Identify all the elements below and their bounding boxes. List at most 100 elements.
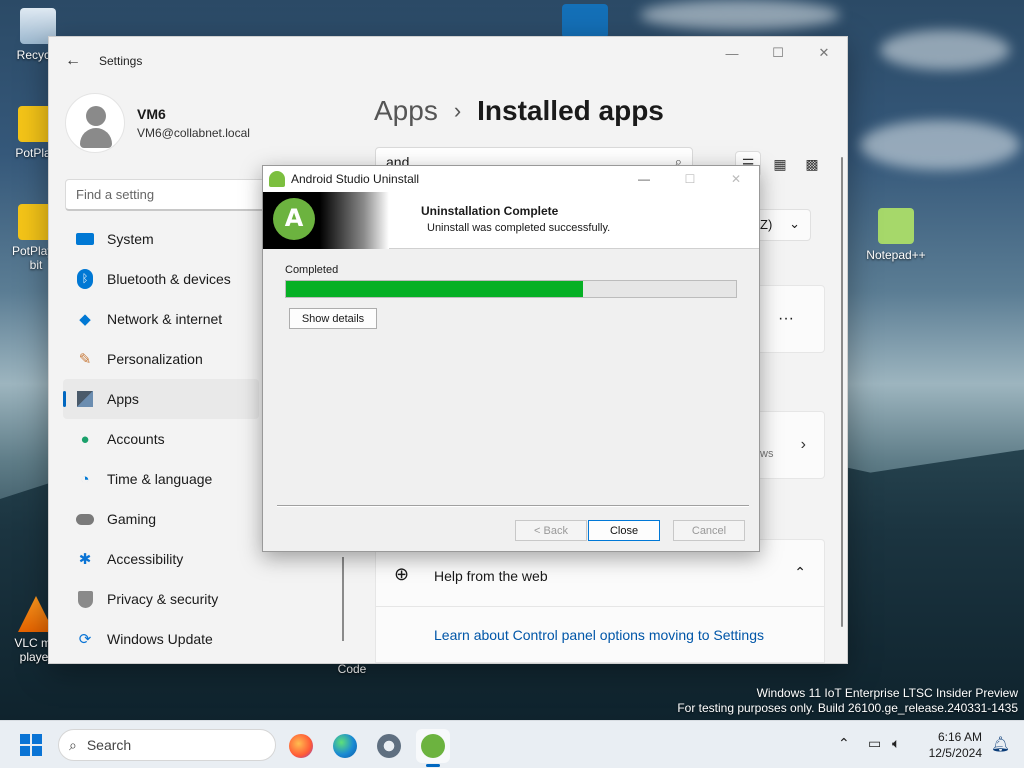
show-hidden-icons-icon[interactable]: ⌃ [838,735,850,752]
nav-item-personalization[interactable]: ✎ Personalization [63,339,263,379]
back-button: < Back [515,520,587,541]
progress-status: Completed [285,264,339,276]
nav-item-label: System [107,231,154,247]
windows-start-icon[interactable] [20,734,42,756]
nav-item-accessibility[interactable]: ✱ Accessibility [63,539,263,579]
nav-item-label: Gaming [107,511,157,527]
minimize-icon[interactable]: — [621,166,667,192]
android-studio-logo-icon [273,198,315,240]
user-name: VM6 [137,106,166,122]
volume-icon[interactable]: 🔈︎ [892,735,900,752]
nav-item-label: Apps [107,391,139,407]
wallpaper-cloud [880,30,1010,70]
close-icon[interactable]: ✕ [801,37,847,69]
window-title: Settings [99,54,143,68]
nav-item-label: Bluetooth & devices [107,271,231,287]
nav-scrollbar[interactable] [342,557,344,641]
chevron-up-icon[interactable]: ⌃ [794,564,806,581]
taskbar-settings[interactable] [372,729,406,763]
taskbar: ⌕ Search ⌃ ▭ 🔈︎ 6:16 AM 12/5/2024 🔔︎ [0,720,1024,768]
watermark-line: Windows 11 IoT Enterprise LTSC Insider P… [756,686,1018,700]
chevron-right-icon: › [800,436,806,453]
nav-item-bluetooth[interactable]: ᛒ Bluetooth & devices [63,259,263,299]
help-label: Help from the web [434,568,548,584]
network-icon[interactable]: ▭ [868,735,881,752]
nav-item-privacy[interactable]: Privacy & security [63,579,263,619]
chevron-down-icon: ⌄ [789,216,800,231]
nav-item-network[interactable]: ◆ Network & internet [63,299,263,339]
show-details-button[interactable]: Show details [289,308,377,329]
desktop-icon-label: Notepad++ [866,248,926,262]
taskbar-edge[interactable] [328,729,362,763]
progress-bar [285,280,737,298]
content-scrollbar[interactable] [841,157,843,627]
build-watermark: Windows 11 IoT Enterprise LTSC Insider P… [677,686,1018,716]
gamepad-icon [75,509,95,529]
edge-icon [333,734,357,758]
nav-item-time-language[interactable]: ◔ Time & language [63,459,263,499]
nav-item-system[interactable]: System [63,219,263,259]
wallpaper-cloud [860,120,1020,170]
maximize-icon[interactable]: ☐ [755,37,801,69]
nav-item-accounts[interactable]: ● Accounts [63,419,263,459]
breadcrumb-apps[interactable]: Apps [374,95,438,127]
nav-item-label: Time & language [107,471,213,487]
notification-bell-icon[interactable]: 🔔︎ [991,735,1010,753]
dialog-heading: Uninstallation Complete [421,204,559,218]
desktop-icon-notepadpp[interactable]: Notepad++ [864,208,928,262]
dialog-titlebar: Android Studio Uninstall — ☐ ✕ [263,166,759,192]
watermark-line: For testing purposes only. Build 26100.g… [677,701,1018,715]
cancel-button: Cancel [673,520,745,541]
firefox-icon [289,734,313,758]
find-setting-input[interactable]: Find a setting [65,179,295,211]
clock-time: 6:16 AM [937,730,982,744]
nav-item-label: Accounts [107,431,165,447]
breadcrumb: Apps › Installed apps [374,95,664,127]
apps-icon [75,389,95,409]
nav-item-apps[interactable]: Apps [63,379,259,419]
more-options-icon[interactable]: ··· [778,310,794,328]
bluetooth-icon: ᛒ [75,269,95,289]
shield-icon [75,589,95,609]
partial-card-text: ws [760,448,774,460]
desktop-icon-vscode[interactable]: Code [320,662,384,676]
taskbar-firefox[interactable] [284,729,318,763]
globe-icon: ⊕ [394,564,410,584]
sort-value: Z) [760,217,773,232]
related-settings-card[interactable]: ws › [749,411,825,479]
clock-date: 12/5/2024 [928,746,982,760]
update-icon: ⟳ [78,631,92,648]
close-button[interactable]: Close [588,520,660,541]
notepadpp-icon [878,208,914,244]
desktop-icon-label: Code [337,662,367,676]
tile-view-icon[interactable]: ▩ [799,151,825,177]
taskbar-clock[interactable]: 6:16 AM 12/5/2024 [929,729,982,761]
grid-view-icon[interactable]: ▦ [767,151,793,177]
taskbar-android-studio[interactable] [416,729,450,767]
page-title: Installed apps [477,95,664,126]
nav-item-label: Network & internet [107,311,223,327]
person-icon: ● [80,430,90,448]
android-icon [269,171,285,187]
help-link-control-panel[interactable]: Learn about Control panel options moving… [434,627,764,643]
nav-item-gaming[interactable]: Gaming [63,499,263,539]
dialog-title: Android Studio Uninstall [291,172,420,186]
paintbrush-icon: ✎ [78,351,92,368]
nav-item-label: Personalization [107,351,203,367]
wallpaper-cloud [640,0,840,30]
dialog-banner [263,192,389,249]
accessibility-icon: ✱ [78,551,92,568]
nav-item-label: Privacy & security [107,591,219,607]
monitor-icon [75,229,95,249]
taskbar-search-label: Search [86,737,132,753]
taskbar-search[interactable]: ⌕ Search [58,729,276,761]
clock-globe-icon: ◔ [80,470,90,488]
nav-item-label: Accessibility [107,551,184,567]
back-arrow-icon[interactable]: ← [65,52,85,70]
dialog-subheading: Uninstall was completed successfully. [427,222,611,234]
user-profile[interactable]: VM6 VM6@collabnet.local [65,93,250,153]
nav-item-windows-update[interactable]: ⟳ Windows Update [63,619,263,659]
minimize-icon[interactable]: — [709,37,755,69]
progress-fill [286,281,583,297]
gear-icon [377,734,401,758]
